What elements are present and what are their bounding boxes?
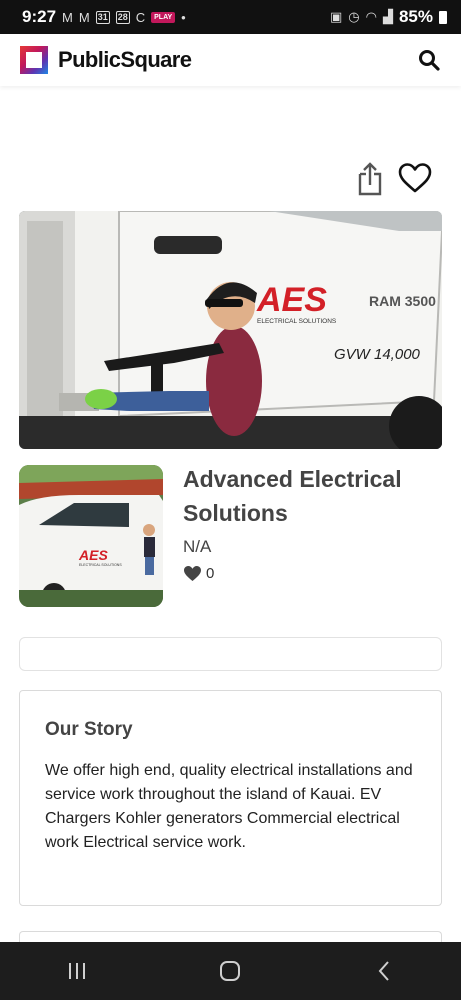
search-button[interactable] xyxy=(417,48,441,72)
back-button[interactable] xyxy=(354,951,414,991)
home-icon xyxy=(220,961,241,981)
dot-icon: • xyxy=(181,9,186,25)
system-nav-bar xyxy=(0,942,461,1000)
home-button[interactable] xyxy=(200,951,260,991)
thumbnail-illustration: AES ELECTRICAL SOLUTIONS xyxy=(19,465,163,607)
search-icon xyxy=(419,50,440,71)
story-text: We offer high end, quality electrical in… xyxy=(45,762,413,851)
hero-truck-logo-sub: ELECTRICAL SOLUTIONS xyxy=(257,318,337,325)
favorite-button[interactable] xyxy=(397,162,433,194)
app-logo[interactable]: PublicSquare xyxy=(20,46,192,74)
signal-icon: ▟ xyxy=(382,9,393,24)
wifi-icon: ◠ xyxy=(365,9,377,24)
app-name: PublicSquare xyxy=(58,47,192,72)
alarm-icon: ◷ xyxy=(348,9,360,24)
status-time: 9:27 xyxy=(22,7,57,26)
share-button[interactable] xyxy=(357,160,383,196)
status-right: ▣ ◷ ◠ ▟ 85% xyxy=(330,7,447,27)
calendar-icon-2: 28 xyxy=(115,10,130,24)
status-left: 9:27 M M 31 28 C PLAY • xyxy=(22,7,186,27)
empty-card xyxy=(19,637,442,671)
story-card: Our Story We offer high end, quality ele… xyxy=(19,690,442,906)
business-thumbnail[interactable]: AES ELECTRICAL SOLUTIONS xyxy=(19,465,163,607)
play-icon: PLAY xyxy=(151,11,176,23)
heart-outline-icon xyxy=(398,163,432,193)
business-subtitle: N/A xyxy=(183,537,212,556)
app-header: PublicSquare xyxy=(0,34,461,86)
likes-counter[interactable]: 0 xyxy=(183,565,214,582)
c-app-icon: C xyxy=(135,9,146,25)
recent-apps-icon xyxy=(68,963,85,979)
gmail-icon-2: M xyxy=(78,9,90,25)
business-name: Advanced Electrical Solutions xyxy=(183,466,402,526)
gmail-icon: M xyxy=(62,9,73,25)
thumbnail-truck-logo-sub: ELECTRICAL SOLUTIONS xyxy=(79,563,122,567)
battery-percent: 85% xyxy=(398,7,433,26)
back-icon xyxy=(378,961,389,981)
hero-image[interactable]: AES ELECTRICAL SOLUTIONS RAM 3500 GVW 14… xyxy=(19,211,442,449)
hero-illustration: AES ELECTRICAL SOLUTIONS RAM 3500 GVW 14… xyxy=(19,211,442,449)
likes-count: 0 xyxy=(206,565,215,582)
listing-actions xyxy=(357,160,433,196)
logo-mark-icon xyxy=(20,46,48,74)
status-bar: 9:27 M M 31 28 C PLAY • ▣ ◷ ◠ ▟ 85% xyxy=(0,0,461,34)
battery-icon xyxy=(439,10,447,24)
recent-apps-button[interactable] xyxy=(47,951,107,991)
hero-truck-logo: AES xyxy=(256,281,327,319)
calendar-icon: 31 xyxy=(95,10,110,24)
story-title: Our Story xyxy=(45,719,133,740)
heart-filled-icon xyxy=(184,566,201,581)
share-icon xyxy=(358,162,382,196)
hero-truck-gvw: GVW 14,000 xyxy=(334,346,421,363)
hero-truck-badge: RAM 3500 xyxy=(369,293,436,309)
thumbnail-truck-logo: AES xyxy=(78,547,108,563)
lock-icon: ▣ xyxy=(329,9,343,24)
